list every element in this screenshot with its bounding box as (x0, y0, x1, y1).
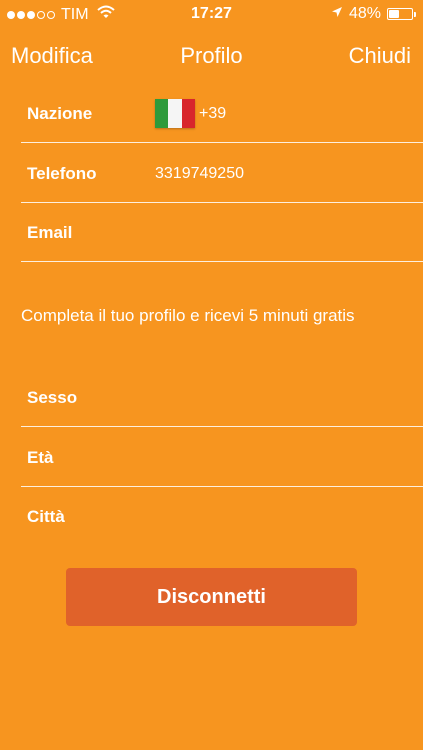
disconnect-button[interactable]: Disconnetti (66, 568, 357, 626)
status-right: 48% (331, 5, 416, 23)
navigation-bar: Modifica Profilo Chiudi (0, 40, 423, 74)
battery-percent: 48% (348, 5, 381, 22)
italy-flag-icon (155, 99, 195, 128)
row-email[interactable]: Email (21, 203, 423, 262)
email-label: Email (27, 223, 73, 242)
promo-text: Completa il tuo profilo e ricevi 5 minut… (21, 306, 355, 325)
close-button[interactable]: Chiudi (349, 43, 411, 69)
telefono-label: Telefono (27, 164, 97, 183)
row-citta[interactable]: Città (21, 487, 423, 546)
row-telefono[interactable]: Telefono 3319749250 (21, 144, 423, 203)
sesso-label: Sesso (27, 388, 78, 407)
nazione-value[interactable]: +39 (155, 84, 226, 143)
row-nazione[interactable]: Nazione +39 (21, 84, 423, 143)
location-arrow-icon (331, 5, 343, 23)
battery-icon (387, 8, 416, 20)
citta-label: Città (27, 507, 65, 526)
country-code: +39 (199, 105, 227, 122)
row-eta[interactable]: Età (21, 428, 423, 487)
nazione-label: Nazione (27, 104, 93, 123)
telefono-value[interactable]: 3319749250 (155, 144, 244, 203)
row-sesso[interactable]: Sesso (21, 368, 423, 427)
eta-label: Età (27, 448, 54, 467)
status-bar: TIM 17:27 48% (0, 0, 423, 28)
